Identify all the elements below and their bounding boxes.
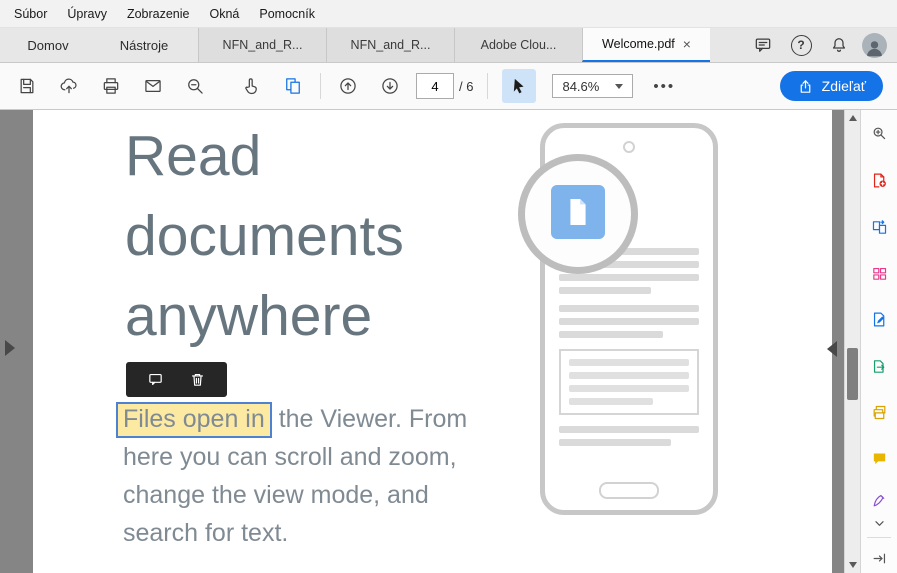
tools-pane xyxy=(860,110,897,573)
help-glyph: ? xyxy=(790,34,812,56)
share-button[interactable]: Zdieľať xyxy=(779,71,883,101)
zoom-tools-icon[interactable] xyxy=(865,119,893,147)
page-paragraph: Files open in the Viewer. From here you … xyxy=(116,400,468,552)
touch-select-icon[interactable] xyxy=(230,69,272,103)
paragraph-line-1: Files open in the Viewer. From xyxy=(116,400,468,438)
share-button-label: Zdieľať xyxy=(821,78,866,94)
document-canvas: Read documents anywhere Files open in th… xyxy=(0,110,861,573)
tab-welcome-pdf-label: Welcome.pdf xyxy=(602,37,675,51)
heading-line: documents xyxy=(125,204,404,268)
close-tab-icon[interactable]: × xyxy=(683,37,691,51)
magnifier-circle xyxy=(518,154,638,274)
chevron-down-icon xyxy=(615,83,624,89)
toolbar-separator xyxy=(320,73,321,99)
help-icon[interactable]: ? xyxy=(786,30,816,60)
toolbar-separator xyxy=(487,73,489,99)
collapse-pane-icon[interactable] xyxy=(865,544,893,572)
menu-pomocnik[interactable]: Pomocník xyxy=(249,0,325,27)
tab-document-3-label: Adobe Clou... xyxy=(480,38,557,52)
tab-document-1[interactable]: NFN_and_R... xyxy=(198,28,326,62)
organize-pages-icon[interactable] xyxy=(865,259,893,287)
print-icon[interactable] xyxy=(90,69,132,103)
highlighted-text[interactable]: Files open in xyxy=(116,402,272,438)
email-icon[interactable] xyxy=(132,69,174,103)
paragraph-line-2: here you can scroll and zoom, xyxy=(123,443,457,471)
phone-speaker xyxy=(623,141,635,153)
phone-screen-frame xyxy=(559,349,699,415)
paragraph-line-1-rest: the Viewer. From xyxy=(271,405,468,433)
combine-files-icon[interactable] xyxy=(865,398,893,426)
tab-tools[interactable]: Nástroje xyxy=(96,28,192,62)
next-page-icon[interactable] xyxy=(369,69,411,103)
selection-mini-toolbar xyxy=(126,362,227,397)
paragraph-line-4: search for text. xyxy=(123,519,289,547)
zoom-level-value: 84.6% xyxy=(562,78,600,94)
phone-home-button xyxy=(599,482,659,499)
expand-right-pane-icon[interactable] xyxy=(827,341,837,357)
menu-bar: Súbor Úpravy Zobrazenie Okná Pomocník xyxy=(0,0,897,28)
tab-welcome-pdf[interactable]: Welcome.pdf × xyxy=(582,28,710,62)
heading-line: anywhere xyxy=(125,284,373,348)
zoom-level-dropdown[interactable]: 84.6% xyxy=(552,74,634,98)
convert-pdf-icon[interactable] xyxy=(865,213,893,241)
more-tools-icon[interactable]: ••• xyxy=(647,77,681,96)
scrollbar-thumb[interactable] xyxy=(847,348,858,400)
edit-pdf-icon[interactable] xyxy=(865,305,893,333)
more-tools-chevron-icon[interactable] xyxy=(865,509,893,537)
menu-okna[interactable]: Okná xyxy=(200,0,250,27)
comment-tool-icon[interactable] xyxy=(865,444,893,472)
bell-icon[interactable] xyxy=(824,30,854,60)
vertical-scrollbar[interactable] xyxy=(844,110,861,573)
cloud-upload-icon[interactable] xyxy=(48,69,90,103)
expand-left-pane-icon[interactable] xyxy=(5,340,15,356)
page-heading: Read documents anywhere xyxy=(125,116,404,356)
scroll-up-icon[interactable] xyxy=(845,110,861,126)
heading-line: Read xyxy=(125,124,262,188)
select-tool-icon[interactable] xyxy=(502,69,537,103)
page-view-icon[interactable] xyxy=(272,69,314,103)
tab-document-1-label: NFN_and_R... xyxy=(222,38,303,52)
delete-icon[interactable] xyxy=(187,369,209,391)
avatar[interactable] xyxy=(862,32,887,58)
tab-bar: Domov Nástroje NFN_and_R... NFN_and_R...… xyxy=(0,28,897,63)
menu-upravy[interactable]: Úpravy xyxy=(57,0,117,27)
menu-subor[interactable]: Súbor xyxy=(4,0,57,27)
save-icon[interactable] xyxy=(6,69,48,103)
toolbar: / 6 84.6% ••• Zdieľať xyxy=(0,63,897,110)
tab-document-2[interactable]: NFN_and_R... xyxy=(326,28,454,62)
phone-screen-content xyxy=(559,248,699,457)
add-comment-icon[interactable] xyxy=(145,369,167,391)
comment-icon[interactable] xyxy=(748,30,778,60)
document-file-icon xyxy=(551,185,605,239)
tab-home[interactable]: Domov xyxy=(0,28,96,62)
zoom-out-icon[interactable] xyxy=(174,69,216,103)
tab-document-3[interactable]: Adobe Clou... xyxy=(454,28,582,62)
acrobat-reader-window: Súbor Úpravy Zobrazenie Okná Pomocník Do… xyxy=(0,0,897,573)
create-pdf-icon[interactable] xyxy=(865,166,893,194)
tab-document-2-label: NFN_and_R... xyxy=(350,38,431,52)
send-file-icon[interactable] xyxy=(865,352,893,380)
paragraph-line-3: change the view mode, and xyxy=(123,481,429,509)
menu-zobrazenie[interactable]: Zobrazenie xyxy=(117,0,200,27)
previous-page-icon[interactable] xyxy=(327,69,369,103)
scroll-down-icon[interactable] xyxy=(845,557,861,573)
page-number-input[interactable] xyxy=(416,73,454,99)
tab-bar-right-icons: ? xyxy=(748,28,897,62)
tools-pane-divider xyxy=(867,537,891,538)
page-count-label: / 6 xyxy=(459,78,474,94)
